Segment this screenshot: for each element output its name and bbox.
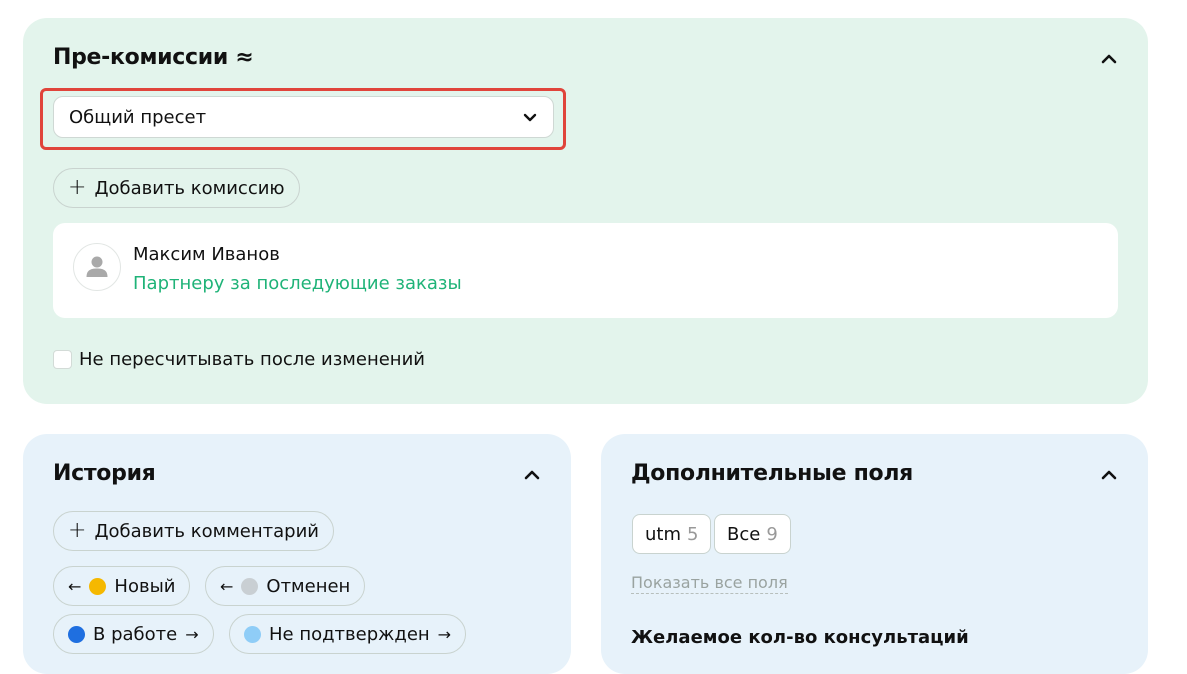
preset-select-value: Общий пресет [69,106,207,128]
recalc-checkbox[interactable] [53,350,72,369]
chip-utm[interactable]: utm 5 [632,514,712,554]
status-label: Отменен [266,575,351,597]
status-new[interactable]: ← Новый [53,566,191,606]
add-comment-button[interactable]: + Добавить комментарий [53,511,334,551]
extra-fields-title: Дополнительные поля [631,461,913,486]
status-dot [68,625,85,643]
user-name: Максим Иванов [133,244,280,265]
arrow-left-icon: ← [68,576,82,596]
chevron-up-icon[interactable] [1100,466,1118,484]
preset-select[interactable]: Общий пресет [53,96,554,138]
chevron-up-icon[interactable] [1100,50,1118,68]
status-unconfirmed[interactable]: Не подтвержден → [229,614,467,654]
add-comment-label: Добавить комментарий [94,520,319,542]
chevron-up-icon[interactable] [523,466,541,484]
status-in-progress[interactable]: В работе → [53,614,214,654]
user-icon [86,256,108,277]
arrow-left-icon: ← [220,576,234,596]
field-label: Желаемое кол-во консультаций [631,627,969,648]
status-dot [89,577,107,595]
status-cancelled[interactable]: ← Отменен [205,566,366,606]
pre-commissions-card [23,18,1148,404]
user-role-link[interactable]: Партнеру за последующие заказы [133,273,462,294]
chip-all[interactable]: Все 9 [714,514,791,554]
history-title: История [53,461,156,486]
add-commission-button[interactable]: + Добавить комиссию [53,168,300,208]
arrow-right-icon: → [437,624,452,644]
add-commission-label: Добавить комиссию [94,177,285,199]
chip-label: Все [727,523,761,545]
status-label: В работе [93,623,178,645]
chevron-down-icon [523,113,537,122]
status-label: Не подтвержден [269,623,430,645]
status-dot [244,625,261,643]
status-dot [241,577,259,595]
pre-commissions-title: Пре-комиссии ≈ [53,45,254,70]
commission-user-card[interactable]: Максим Иванов Партнеру за последующие за… [53,223,1118,318]
plus-icon: + [68,518,87,543]
avatar [73,243,121,291]
show-all-fields-link[interactable]: Показать все поля [631,573,788,594]
chip-count: 5 [687,523,699,545]
plus-icon: + [68,175,87,200]
recalc-checkbox-label[interactable]: Не пересчитывать после изменений [79,349,425,370]
chip-count: 9 [766,523,778,545]
chip-label: utm [645,523,681,545]
status-label: Новый [114,575,176,597]
arrow-right-icon: → [185,624,199,644]
